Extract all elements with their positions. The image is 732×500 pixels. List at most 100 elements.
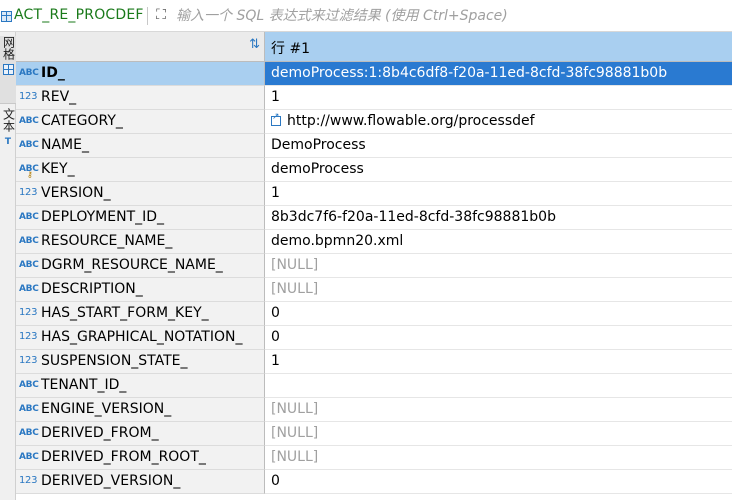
table-row[interactable]: 123 REV_ 1 xyxy=(16,86,732,110)
column-name: DESCRIPTION_ xyxy=(41,281,143,297)
column-name-cell[interactable]: ABC DEPLOYMENT_ID_ xyxy=(16,206,265,230)
value-cell[interactable]: DemoProcess xyxy=(265,134,732,158)
string-type-icon: ABC xyxy=(19,68,39,78)
value-cell[interactable]: 1 xyxy=(265,182,732,206)
expand-icon[interactable]: ⛶ xyxy=(152,6,170,24)
tab-text[interactable]: 文本 T xyxy=(0,108,16,188)
number-type-icon: 123 xyxy=(19,475,38,486)
table-row[interactable]: ABCCATEGORY_ http://www.flowable.org/proc… xyxy=(16,110,732,134)
column-name-cell[interactable]: 123 SUSPENSION_STATE_ xyxy=(16,350,265,374)
column-name-cell[interactable]: 123 REV_ xyxy=(16,86,265,110)
column-name-cell[interactable]: ABC CATEGORY_ xyxy=(16,110,265,134)
column-name-cell[interactable]: ABC DGRM_RESOURCE_NAME_ xyxy=(16,254,265,278)
text-icon: T xyxy=(4,137,12,147)
column-name: HAS_GRAPHICAL_NOTATION_ xyxy=(41,329,243,345)
value-cell[interactable]: 8b3dc7f6-f20a-11ed-8cfd-38fc98881b0b xyxy=(265,206,732,230)
column-name-cell[interactable]: 123 HAS_GRAPHICAL_NOTATION_ xyxy=(16,326,265,350)
column-name: KEY_ xyxy=(41,161,75,177)
value-cell[interactable]: [NULL] xyxy=(265,398,732,422)
tab-grid-label: 网格 xyxy=(1,36,16,60)
table-name: ACT_RE_PROCDEF xyxy=(14,7,144,23)
value-cell[interactable] xyxy=(265,374,732,398)
number-type-icon: 123 xyxy=(19,307,38,318)
table-row[interactable]: ABC ENGINE_VERSION_ [NULL] xyxy=(16,398,732,422)
column-name-cell[interactable]: ABC DERIVED_FROM_ROOT_ xyxy=(16,446,265,470)
table-row[interactable]: ABC ⚷ KEY_ demoProcess xyxy=(16,158,732,182)
cell-value: demo.bpmn20.xml xyxy=(271,233,404,249)
number-type-icon: 123 xyxy=(19,331,38,342)
column-name-cell[interactable]: ABC TENANT_ID_ xyxy=(16,374,265,398)
value-cell[interactable]: [NULL] xyxy=(265,254,732,278)
string-type-icon: ABC xyxy=(19,452,39,462)
table-row[interactable]: ABC DESCRIPTION_ [NULL] xyxy=(16,278,732,302)
column-name: CATEGORY_ xyxy=(41,113,123,129)
cell-value: DemoProcess xyxy=(271,137,366,153)
table-row[interactable]: 123 DERIVED_VERSION_ 0 xyxy=(16,470,732,494)
key-column-icon: ABC ⚷ xyxy=(19,164,39,179)
value-cell[interactable]: [NULL] xyxy=(265,422,732,446)
value-cell[interactable]: demoProcess xyxy=(265,158,732,182)
column-name-cell[interactable]: ABC ENGINE_VERSION_ xyxy=(16,398,265,422)
column-name-cell[interactable]: ABC NAME_ xyxy=(16,134,265,158)
null-value: [NULL] xyxy=(271,401,319,417)
string-type-icon: ABC xyxy=(19,260,39,270)
column-name-cell[interactable]: 123 VERSION_ xyxy=(16,182,265,206)
table-row[interactable]: ABC ID_ demoProcess:1:8b4c6df8-f20a-11ed-8… xyxy=(16,62,732,86)
table-row[interactable]: ABC DERIVED_FROM_ [NULL] xyxy=(16,422,732,446)
value-cell[interactable]: [NULL] xyxy=(265,446,732,470)
table-row[interactable]: 123 SUSPENSION_STATE_ 1 xyxy=(16,350,732,374)
table-row[interactable]: ABC DEPLOYMENT_ID_ 8b3dc7f6-f20a-11ed-8cfd… xyxy=(16,206,732,230)
table-row[interactable]: 123 HAS_GRAPHICAL_NOTATION_ 0 xyxy=(16,326,732,350)
column-name: TENANT_ID_ xyxy=(41,377,127,393)
number-type-icon: 123 xyxy=(19,91,38,102)
tab-grid[interactable]: 网格 xyxy=(0,36,16,104)
row-header[interactable]: 行 #1 xyxy=(265,32,732,62)
column-name-cell[interactable]: ABC ⚷ KEY_ xyxy=(16,158,265,182)
cell-value: demoProcess:1:8b4c6df8-f20a-11ed-8cfd-38… xyxy=(271,65,668,81)
value-cell[interactable]: 1 xyxy=(265,350,732,374)
table-row[interactable]: ABC DGRM_RESOURCE_NAME_ [NULL] xyxy=(16,254,732,278)
column-name-cell[interactable]: 123 HAS_START_FORM_KEY_ xyxy=(16,302,265,326)
string-type-icon: ABC xyxy=(19,116,39,126)
column-name-cell[interactable]: ABC RESOURCE_NAME_ xyxy=(16,230,265,254)
sort-icon[interactable]: ⇅ xyxy=(249,37,260,52)
column-name: VERSION_ xyxy=(41,185,111,201)
value-cell[interactable]: [NULL] xyxy=(265,278,732,302)
value-cell[interactable]: 1 xyxy=(265,86,732,110)
table-icon xyxy=(1,11,12,22)
value-cell[interactable]: 0 xyxy=(265,326,732,350)
cell-value: 0 xyxy=(271,305,280,321)
value-cell[interactable]: http://www.flowable.org/processdef xyxy=(265,110,732,134)
grid-icon xyxy=(2,64,14,75)
link-icon[interactable] xyxy=(271,112,281,126)
column-name-cell[interactable]: ABC DESCRIPTION_ xyxy=(16,278,265,302)
table-row[interactable]: ABC DERIVED_FROM_ROOT_ [NULL] xyxy=(16,446,732,470)
cell-value: 8b3dc7f6-f20a-11ed-8cfd-38fc98881b0b xyxy=(271,209,556,225)
key-icon: ⚷ xyxy=(27,170,33,179)
cell-value: demoProcess xyxy=(271,161,364,177)
column-name-header[interactable]: ⇅ xyxy=(16,32,265,62)
table-row[interactable]: ABC NAME_ DemoProcess xyxy=(16,134,732,158)
grid-header: ⇅ 行 #1 xyxy=(16,32,732,62)
column-name-cell[interactable]: 123 DERIVED_VERSION_ xyxy=(16,470,265,494)
value-cell[interactable]: demoProcess:1:8b4c6df8-f20a-11ed-8cfd-38… xyxy=(265,62,732,86)
column-name-cell[interactable]: ABC DERIVED_FROM_ xyxy=(16,422,265,446)
column-name: ENGINE_VERSION_ xyxy=(41,401,172,417)
value-cell[interactable]: 0 xyxy=(265,470,732,494)
table-row[interactable]: ABC TENANT_ID_ xyxy=(16,374,732,398)
number-type-icon: 123 xyxy=(19,187,38,198)
table-row[interactable]: 123 HAS_START_FORM_KEY_ 0 xyxy=(16,302,732,326)
column-name: RESOURCE_NAME_ xyxy=(41,233,173,249)
table-row[interactable]: ABC RESOURCE_NAME_ demo.bpmn20.xml xyxy=(16,230,732,254)
string-type-icon: ABC xyxy=(19,236,39,246)
tab-text-label: 文本 xyxy=(1,108,16,132)
value-cell[interactable]: demo.bpmn20.xml xyxy=(265,230,732,254)
string-type-icon: ABC xyxy=(19,212,39,222)
table-row[interactable]: 123 VERSION_ 1 xyxy=(16,182,732,206)
column-name: DEPLOYMENT_ID_ xyxy=(41,209,165,225)
divider xyxy=(147,7,148,25)
filter-input[interactable] xyxy=(176,4,726,28)
column-name: HAS_START_FORM_KEY_ xyxy=(41,305,209,321)
value-cell[interactable]: 0 xyxy=(265,302,732,326)
column-name-cell[interactable]: ABC ID_ xyxy=(16,62,265,86)
